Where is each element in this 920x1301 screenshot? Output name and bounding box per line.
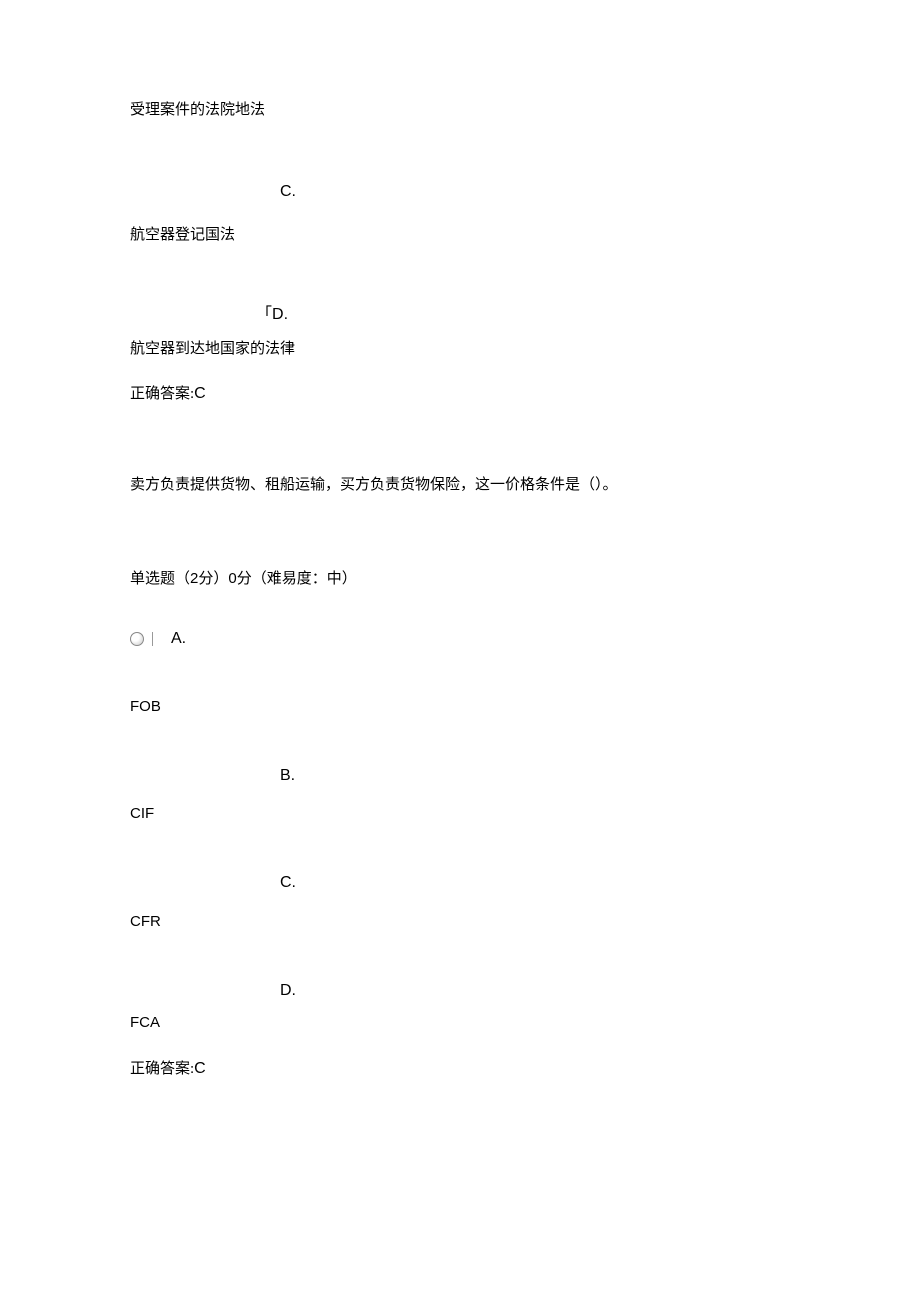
q2-option-d-letter: D. <box>280 980 296 1002</box>
q1-option-b-text: 受理案件的法院地法 <box>130 100 790 121</box>
q2-option-b-letter: B. <box>280 765 295 787</box>
q1-option-c-letter: C. <box>280 181 296 203</box>
q2-option-a-letter: A. <box>171 630 186 648</box>
q2-stem: 卖方负责提供货物、租船运输，买方负责货物保险，这一价格条件是（）。 <box>130 475 790 496</box>
q2-option-c-text: CFR <box>130 911 790 932</box>
q2-option-a-row[interactable]: A. <box>130 630 790 648</box>
q2-answer: 正确答案:C <box>130 1057 790 1078</box>
q2-option-d-text: FCA <box>130 1012 790 1033</box>
small-mark-icon <box>152 632 161 646</box>
q2-option-b-text: CIF <box>130 803 790 824</box>
q2-meta: 单选题（2分）0分（难易度：中） <box>130 568 790 590</box>
q1-option-c-text: 航空器登记国法 <box>130 223 790 244</box>
q2-option-a-text: FOB <box>130 696 790 717</box>
q1-answer: 正确答案:C <box>130 382 790 403</box>
radio-icon[interactable] <box>130 632 144 646</box>
q1-option-d-text: 航空器到达地国家的法律 <box>130 337 790 358</box>
q2-option-c-letter: C. <box>280 872 296 894</box>
q1-option-d-letter: 「D. <box>256 304 288 326</box>
